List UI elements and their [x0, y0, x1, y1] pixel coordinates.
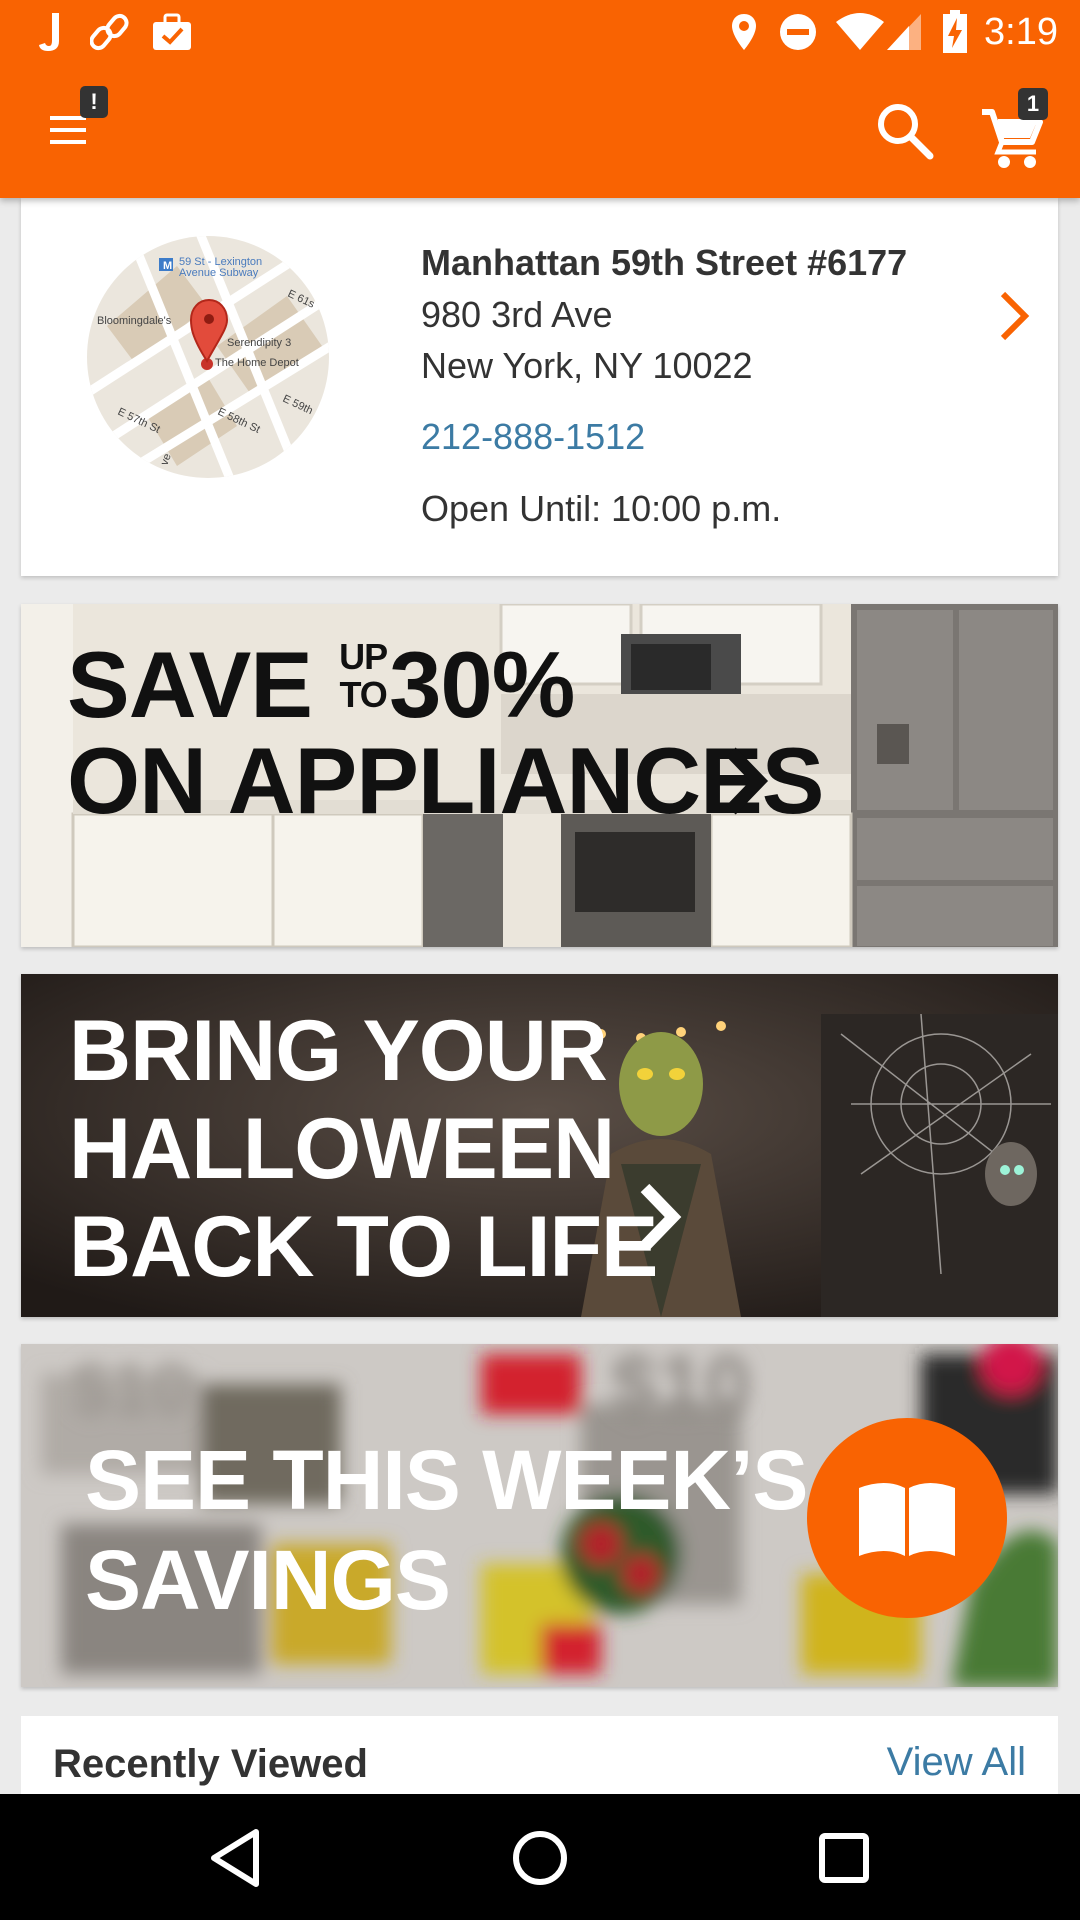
back-triangle-icon	[211, 1829, 259, 1887]
status-time: 3:19	[984, 11, 1058, 53]
battery-charging-icon	[940, 10, 970, 54]
svg-text:$10: $10	[71, 1350, 191, 1430]
open-book-icon	[859, 1483, 955, 1556]
recently-viewed-title: Recently Viewed	[53, 1742, 368, 1786]
appliances-chevron-icon	[726, 747, 769, 815]
halloween-headline: BRING YOUR HALLOWEEN BACK TO LIFE	[69, 1003, 658, 1295]
recents-button[interactable]	[808, 1822, 880, 1894]
j-app-icon	[34, 10, 64, 54]
system-navigation-bar	[0, 1794, 1080, 1920]
svg-text:Bloomingdale's: Bloomingdale's	[97, 315, 172, 327]
store-details-chevron-icon[interactable]	[991, 286, 1041, 346]
savings-headline: SEE THIS WEEK’S SAVINGS	[85, 1433, 808, 1627]
do-not-disturb-icon	[778, 10, 818, 54]
appliances-headline-line2: ON APPLIANCES	[67, 728, 824, 833]
top-bar: 3:19 ! 1	[0, 0, 1080, 198]
appliances-headline: SAVE UP TO 30%	[67, 632, 575, 737]
home-circle-icon	[513, 1831, 567, 1885]
location-icon	[728, 10, 760, 54]
halloween-chevron-icon	[640, 1183, 682, 1251]
cart-button[interactable]: 1	[978, 88, 1068, 178]
halloween-promo-banner[interactable]: BRING YOUR HALLOWEEN BACK TO LIFE	[21, 974, 1058, 1317]
map-image: M 59 St - Lexington Avenue Subway Bloomi…	[87, 236, 329, 478]
status-bar: 3:19	[0, 0, 1080, 64]
recents-square-icon	[819, 1833, 869, 1883]
svg-text:Serendipity 3: Serendipity 3	[227, 337, 291, 349]
menu-button[interactable]: !	[36, 86, 126, 176]
svg-text:Avenue Subway: Avenue Subway	[179, 267, 259, 279]
search-button[interactable]	[868, 94, 944, 170]
recently-viewed-section: Recently Viewed View All	[21, 1716, 1058, 1796]
store-hours: Open Until: 10:00 p.m.	[421, 488, 782, 529]
cell-signal-icon	[884, 10, 924, 54]
search-icon	[878, 104, 934, 160]
appliances-promo-banner[interactable]: SAVE UP TO 30% ON APPLIANCES	[21, 604, 1058, 947]
store-name: Manhattan 59th Street #6177	[421, 242, 908, 283]
store-card[interactable]: M 59 St - Lexington Avenue Subway Bloomi…	[21, 198, 1058, 576]
back-button[interactable]	[200, 1822, 272, 1894]
home-button[interactable]	[504, 1822, 576, 1894]
briefcase-check-icon	[150, 10, 194, 54]
weekly-ad-book-button[interactable]	[807, 1418, 1007, 1618]
cart-count-badge: 1	[1018, 88, 1048, 120]
store-phone-link[interactable]: 212-888-1512	[421, 416, 645, 458]
store-address-line2: New York, NY 10022	[421, 345, 753, 386]
hamburger-icon	[50, 116, 86, 144]
link-icon	[88, 10, 132, 54]
weekly-savings-banner[interactable]: $10 $10 SEE THIS WEEK’S SAVINGS	[21, 1344, 1058, 1687]
wifi-icon	[834, 10, 886, 54]
svg-text:M: M	[163, 260, 172, 272]
svg-text:The Home Depot: The Home Depot	[215, 357, 299, 369]
view-all-link[interactable]: View All	[887, 1740, 1026, 1785]
store-map-thumbnail[interactable]: M 59 St - Lexington Avenue Subway Bloomi…	[87, 236, 329, 478]
menu-alert-badge: !	[80, 86, 108, 118]
svg-text:$10: $10	[611, 1344, 751, 1432]
store-address-line1: 980 3rd Ave	[421, 294, 613, 335]
app-bar: ! 1	[0, 64, 1080, 198]
